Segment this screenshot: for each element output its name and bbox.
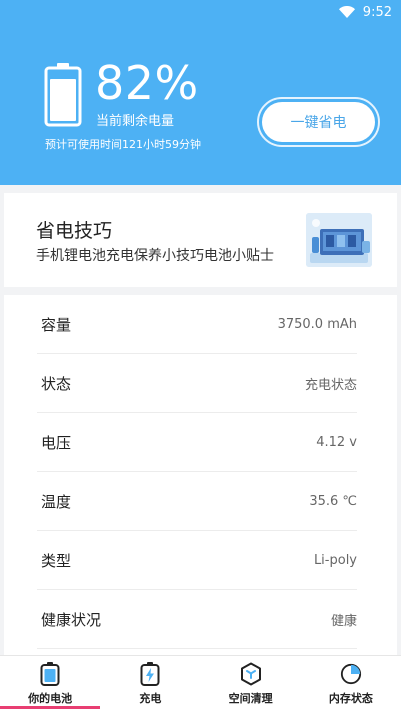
- battery-percent: 82%: [95, 56, 199, 110]
- info-label: 电压: [41, 433, 72, 452]
- info-label: 状态: [41, 374, 72, 393]
- info-value: 3750.0 mAh: [277, 316, 357, 332]
- info-row-type: 类型 Li-poly: [37, 531, 357, 590]
- status-time: 9:52: [362, 4, 392, 20]
- bottom-tab-bar: 你的电池 充电 空间清理 内存状态: [0, 655, 401, 710]
- info-row-temperature: 温度 35.6 ℃: [37, 472, 357, 531]
- wifi-icon: [338, 6, 355, 18]
- status-bar: 9:52: [338, 0, 401, 24]
- tab-memory-status[interactable]: 内存状态: [301, 656, 401, 710]
- battery-info-list: 容量 3750.0 mAh 状态 充电状态 电压 4.12 v 温度 35.6 …: [4, 295, 397, 655]
- tab-label: 内存状态: [328, 692, 373, 705]
- tips-subtitle: 手机锂电池充电保养小技巧电池小贴士: [36, 248, 274, 264]
- memory-pie-icon: [340, 663, 362, 685]
- info-value: 4.12 v: [316, 434, 357, 450]
- battery-percent-label: 当前剩余电量: [96, 114, 175, 129]
- battery-icon: [39, 662, 61, 686]
- tab-your-battery[interactable]: 你的电池: [0, 656, 100, 710]
- battery-level-icon: [44, 63, 82, 127]
- one-key-save-label: 一键省电: [262, 102, 375, 142]
- battery-fill: [50, 79, 76, 121]
- info-row-health: 健康状况 健康: [37, 590, 357, 649]
- tab-space-cleanup[interactable]: 空间清理: [201, 656, 301, 710]
- info-label: 健康状况: [41, 610, 102, 629]
- tab-charge[interactable]: 充电: [100, 656, 200, 710]
- cleanup-icon: [240, 662, 262, 686]
- info-value: 35.6 ℃: [309, 493, 357, 509]
- info-value: 充电状态: [304, 377, 357, 393]
- tab-label: 你的电池: [28, 692, 73, 705]
- one-key-save-button[interactable]: 一键省电: [257, 97, 380, 147]
- info-value: Li-poly: [313, 552, 357, 568]
- info-label: 类型: [41, 551, 72, 570]
- usage-estimate: 预计可使用时间121小时59分钟: [45, 138, 201, 151]
- info-row-voltage: 电压 4.12 v: [37, 413, 357, 472]
- tips-title: 省电技巧: [36, 220, 113, 242]
- tab-label: 充电: [139, 692, 162, 705]
- charge-icon: [139, 662, 161, 686]
- info-row-status: 状态 充电状态: [37, 354, 357, 413]
- info-value: 健康: [330, 613, 357, 629]
- tips-thumbnail-image: [306, 213, 372, 267]
- power-saving-tips-card[interactable]: 省电技巧 手机锂电池充电保养小技巧电池小贴士: [4, 193, 397, 287]
- info-row-capacity: 容量 3750.0 mAh: [37, 295, 357, 354]
- battery-header: 9:52 82% 当前剩余电量 预计可使用时间121小时59分钟 一键省电: [0, 0, 401, 185]
- tab-label: 空间清理: [228, 692, 273, 705]
- info-label: 温度: [41, 492, 72, 511]
- info-label: 容量: [41, 315, 72, 334]
- active-tab-indicator: [0, 706, 100, 709]
